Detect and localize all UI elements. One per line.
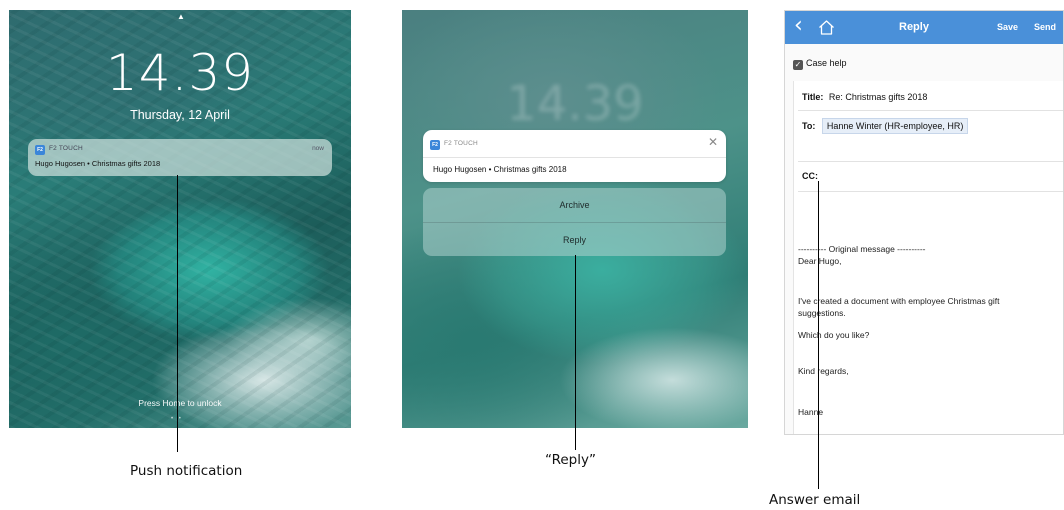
- cc-row[interactable]: CC:: [802, 171, 818, 181]
- title-field[interactable]: Re: Christmas gifts 2018: [829, 92, 928, 102]
- body-line: suggestions.: [798, 308, 846, 318]
- divider: [798, 161, 1063, 162]
- chevron-left-icon[interactable]: ‹: [794, 13, 803, 38]
- push-notification[interactable]: F2 F2 TOUCH now Hugo Hugosen • Christmas…: [28, 139, 332, 176]
- lock-screen: ▲ 14.39 Thursday, 12 April F2 F2 TOUCH n…: [9, 10, 351, 428]
- expanded-notification: F2 F2 TOUCH ✕ Hugo Hugosen • Christmas g…: [423, 130, 726, 182]
- to-row[interactable]: To: Hanne Winter (HR-employee, HR): [802, 118, 969, 134]
- callout-line-push: [177, 175, 178, 452]
- navigation-bar: ‹ Reply Save Send: [785, 11, 1063, 44]
- notification-app-name: F2 TOUCH: [49, 145, 83, 152]
- save-button[interactable]: Save: [997, 22, 1018, 32]
- recipient-chip[interactable]: Hanne Winter (HR-employee, HR): [821, 118, 969, 134]
- checkbox-checked-icon[interactable]: ✓: [793, 60, 803, 70]
- callout-line-answer: [818, 181, 819, 489]
- divider: [798, 110, 1063, 111]
- notification-app-name: F2 TOUCH: [444, 140, 478, 147]
- title-row[interactable]: Title: Re: Christmas gifts 2018: [802, 92, 927, 102]
- close-icon[interactable]: ✕: [708, 135, 718, 149]
- body-line: Kind regards,: [798, 366, 849, 376]
- lock-time: 14.39: [105, 44, 255, 102]
- f2-app-icon: F2: [35, 145, 45, 155]
- page-title: Reply: [899, 21, 929, 33]
- to-label: To:: [802, 121, 816, 131]
- caption-reply: “Reply”: [545, 452, 596, 468]
- case-help-label: Case help: [806, 58, 847, 68]
- caption-answer-email: Answer email: [769, 492, 861, 508]
- blurred-lock-time: 14.39: [506, 76, 644, 132]
- title-label: Title:: [802, 92, 824, 102]
- press-home-hint: Press Home to unlock: [138, 398, 222, 408]
- notification-body: Hugo Hugosen • Christmas gifts 2018: [433, 165, 567, 174]
- notification-action-list: Archive Reply: [423, 188, 726, 256]
- divider: [798, 191, 1063, 192]
- case-help-toggle[interactable]: ✓ Case help: [793, 58, 847, 70]
- lock-date: Thursday, 12 April: [130, 108, 230, 122]
- body-line: Hanne: [798, 407, 824, 417]
- email-form: Title: Re: Christmas gifts 2018 To: Hann…: [793, 81, 1063, 434]
- body-line: Which do you like?: [798, 330, 870, 340]
- reply-button[interactable]: Reply: [423, 222, 726, 256]
- cc-label: CC:: [802, 171, 818, 181]
- archive-button[interactable]: Archive: [423, 188, 726, 222]
- body-line: I've created a document with employee Ch…: [798, 296, 1000, 306]
- divider: [423, 157, 726, 158]
- original-message-header: ---------- Original message ----------: [798, 244, 926, 254]
- home-icon[interactable]: [818, 20, 835, 35]
- callout-line-reply: [575, 255, 576, 450]
- body-line: Dear Hugo,: [798, 256, 842, 266]
- send-button[interactable]: Send: [1034, 22, 1056, 32]
- lock-indicator-icon: ▲: [177, 12, 185, 21]
- notification-time: now: [312, 145, 324, 152]
- notification-body: Hugo Hugosen • Christmas gifts 2018: [35, 159, 161, 168]
- caption-push-notification: Push notification: [130, 463, 243, 479]
- f2-app-icon: F2: [430, 140, 440, 150]
- reply-email-screen: ‹ Reply Save Send ✓ Case help Title: Re: …: [784, 10, 1064, 435]
